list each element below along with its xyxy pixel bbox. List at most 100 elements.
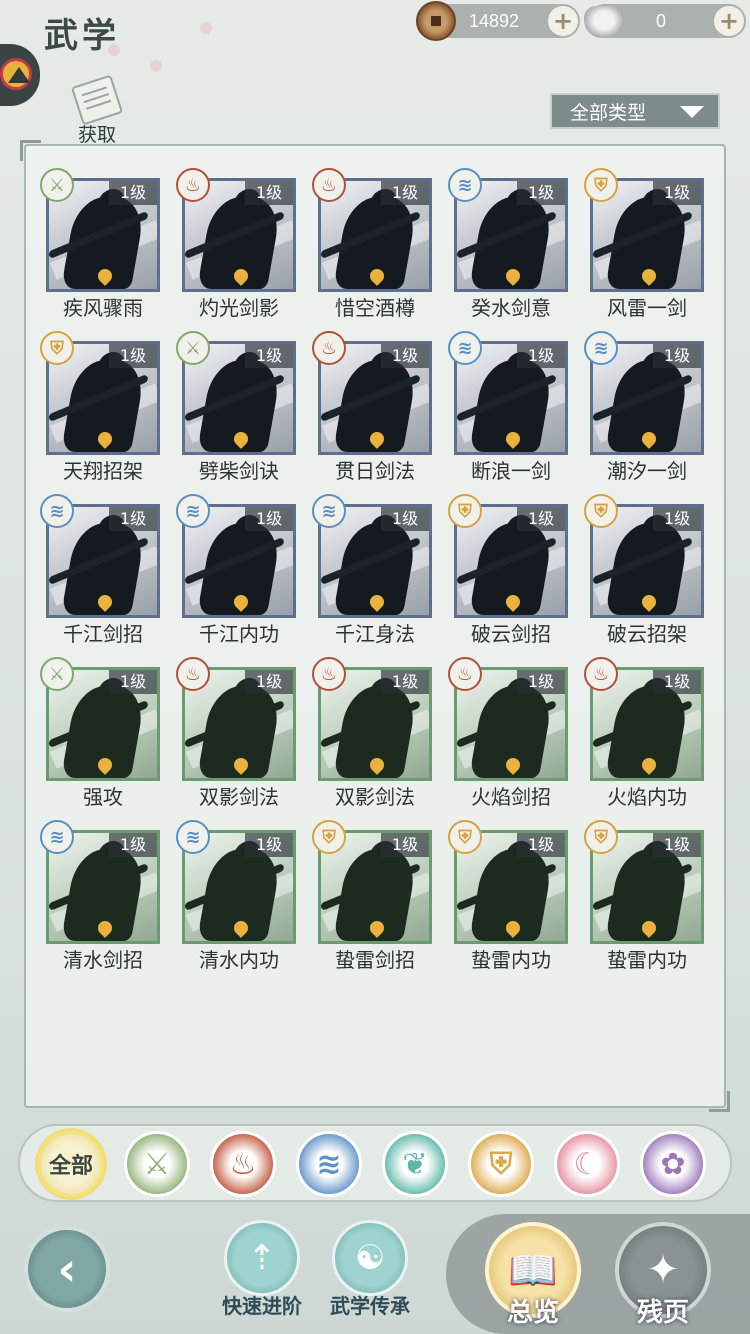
level-badge: 1级 — [109, 344, 157, 368]
skill-card[interactable]: 1级 ⛨ 风雷一剑 — [584, 168, 704, 323]
skill-card[interactable]: 1级 ≋ 断浪一剑 — [448, 331, 568, 486]
skill-card[interactable]: 1级 ≋ 清水剑招 — [40, 820, 160, 975]
level-badge: 1级 — [381, 833, 429, 857]
level-badge: 1级 — [245, 670, 293, 694]
sect-filter-gold-sect[interactable]: ⛨ — [468, 1131, 534, 1197]
skill-card[interactable]: 1级 ≋ 潮汐一剑 — [584, 331, 704, 486]
sect-red-icon: ♨ — [176, 168, 210, 202]
sect-green-icon: ⚔ — [176, 331, 210, 365]
sect-red-icon: ♨ — [312, 657, 346, 691]
skill-card[interactable]: 1级 ≋ 千江内功 — [176, 494, 296, 649]
type-filter-label: 全部类型 — [570, 101, 647, 124]
sect-gold-icon: ⛨ — [448, 820, 482, 854]
skill-card[interactable]: 1级 ♨ 贯日剑法 — [312, 331, 432, 486]
sect-red-icon: ♨ — [312, 168, 346, 202]
skill-card[interactable]: 1级 ⛨ 破云招架 — [584, 494, 704, 649]
level-badge: 1级 — [381, 181, 429, 205]
skill-card[interactable]: 1级 ⛨ 蛰雷内功 — [584, 820, 704, 975]
skill-card[interactable]: 1级 ⚔ 强攻 — [40, 657, 160, 812]
sect-filter-pink-sect[interactable]: ☾ — [554, 1131, 620, 1197]
level-badge: 1级 — [653, 344, 701, 368]
skill-card[interactable]: 1级 ⚔ 劈柴剑诀 — [176, 331, 296, 486]
silver-currency: 0 + — [584, 4, 746, 38]
skill-name: 火焰内功 — [607, 785, 687, 809]
skill-card[interactable]: 1级 ⛨ 蛰雷剑招 — [312, 820, 432, 975]
blossom-decoration — [200, 22, 212, 34]
player-avatar[interactable] — [0, 44, 40, 106]
sect-filter-bar: 全部 ⚔ ♨ ≋ ❦ ⛨ ☾ ✿ — [18, 1124, 732, 1202]
skill-name: 破云招架 — [607, 622, 687, 646]
fragments-tab[interactable]: ✦ 残页 — [608, 1222, 718, 1332]
level-badge: 1级 — [381, 507, 429, 531]
type-filter-dropdown[interactable]: 全部类型 — [550, 93, 720, 129]
sect-blue-icon: ≋ — [448, 331, 482, 365]
up-arrow-icon: ⇡ — [224, 1220, 300, 1296]
skill-name: 清水剑招 — [63, 948, 143, 972]
skill-card[interactable]: 1级 ♨ 灼光剑影 — [176, 168, 296, 323]
sect-filter-red-sect[interactable]: ♨ — [210, 1131, 276, 1197]
level-badge: 1级 — [109, 670, 157, 694]
level-badge: 1级 — [653, 507, 701, 531]
skill-card[interactable]: 1级 ≋ 癸水剑意 — [448, 168, 568, 323]
skill-card[interactable]: 1级 ≋ 千江剑招 — [40, 494, 160, 649]
overview-tab[interactable]: 📖 总览 — [478, 1222, 588, 1332]
skill-name: 清水内功 — [199, 948, 279, 972]
skill-name: 蛰雷剑招 — [335, 948, 415, 972]
inherit-button[interactable]: ☯ 武学传承 — [320, 1220, 420, 1332]
skill-name: 蛰雷内功 — [607, 948, 687, 972]
sect-blue-icon: ≋ — [176, 820, 210, 854]
level-badge: 1级 — [245, 181, 293, 205]
level-badge: 1级 — [245, 344, 293, 368]
skill-card[interactable]: 1级 ♨ 火焰内功 — [584, 657, 704, 812]
back-button[interactable]: ‹ — [24, 1226, 110, 1312]
skill-name: 天翔招架 — [63, 459, 143, 483]
skill-name: 贯日剑法 — [335, 459, 415, 483]
sect-gold-icon: ⛨ — [584, 820, 618, 854]
skill-card[interactable]: 1级 ≋ 清水内功 — [176, 820, 296, 975]
skill-name: 双影剑法 — [335, 785, 415, 809]
sect-red-icon: ♨ — [584, 657, 618, 691]
skill-name: 火焰剑招 — [471, 785, 551, 809]
skill-card[interactable]: 1级 ♨ 惜空酒樽 — [312, 168, 432, 323]
add-silver-button[interactable]: + — [714, 6, 744, 36]
skill-card[interactable]: 1级 ♨ 双影剑法 — [176, 657, 296, 812]
sect-filter-purple-sect[interactable]: ✿ — [640, 1131, 706, 1197]
level-badge: 1级 — [109, 181, 157, 205]
sect-blue-icon: ≋ — [40, 820, 74, 854]
back-arrow-icon: ‹ — [57, 1242, 77, 1296]
skill-card[interactable]: 1级 ⛨ 蛰雷内功 — [448, 820, 568, 975]
skill-grid: 1级 ⚔ 疾风骤雨 1级 ♨ 灼光剑影 1级 ♨ 惜空酒樽 1级 ≋ 癸水剑意 1级 ⛨ 风雷一剑 1级 ⛨ 天翔… — [40, 168, 704, 975]
scroll-icon — [70, 74, 124, 126]
sect-gold-icon: ⛨ — [312, 820, 346, 854]
skill-card[interactable]: 1级 ⚔ 疾风骤雨 — [40, 168, 160, 323]
sect-red-icon: ♨ — [312, 331, 346, 365]
level-badge: 1级 — [653, 670, 701, 694]
skill-name: 疾风骤雨 — [63, 296, 143, 320]
skill-card[interactable]: 1级 ⛨ 破云剑招 — [448, 494, 568, 649]
sect-gold-icon: ⛨ — [448, 494, 482, 528]
fragments-label: 残页 — [636, 1298, 689, 1328]
skill-card[interactable]: 1级 ♨ 火焰剑招 — [448, 657, 568, 812]
skill-name: 强攻 — [83, 785, 123, 809]
sect-green-icon: ⚔ — [40, 657, 74, 691]
level-badge: 1级 — [381, 670, 429, 694]
add-copper-button[interactable]: + — [548, 6, 578, 36]
skill-card[interactable]: 1级 ♨ 双影剑法 — [312, 657, 432, 812]
page-title: 武学 — [44, 16, 120, 56]
level-badge: 1级 — [245, 833, 293, 857]
sect-gold-icon: ⛨ — [584, 168, 618, 202]
skill-name: 惜空酒樽 — [335, 296, 415, 320]
quick-advance-button[interactable]: ⇡ 快速进阶 — [212, 1220, 312, 1332]
sect-filter-blue-sect[interactable]: ≋ — [296, 1131, 362, 1197]
skill-card[interactable]: 1级 ≋ 千江身法 — [312, 494, 432, 649]
level-badge: 1级 — [245, 507, 293, 531]
skill-name: 破云剑招 — [471, 622, 551, 646]
acquire-button[interactable]: 获取 — [66, 74, 130, 146]
sect-filter-green-sect[interactable]: ⚔ — [124, 1131, 190, 1197]
meditate-icon: ☯ — [332, 1220, 408, 1296]
skill-name: 灼光剑影 — [199, 296, 279, 320]
skill-card[interactable]: 1级 ⛨ 天翔招架 — [40, 331, 160, 486]
sect-filter-teal-sect[interactable]: ❦ — [382, 1131, 448, 1197]
sect-filter-all[interactable]: 全部 — [38, 1131, 104, 1197]
sect-blue-icon: ≋ — [176, 494, 210, 528]
